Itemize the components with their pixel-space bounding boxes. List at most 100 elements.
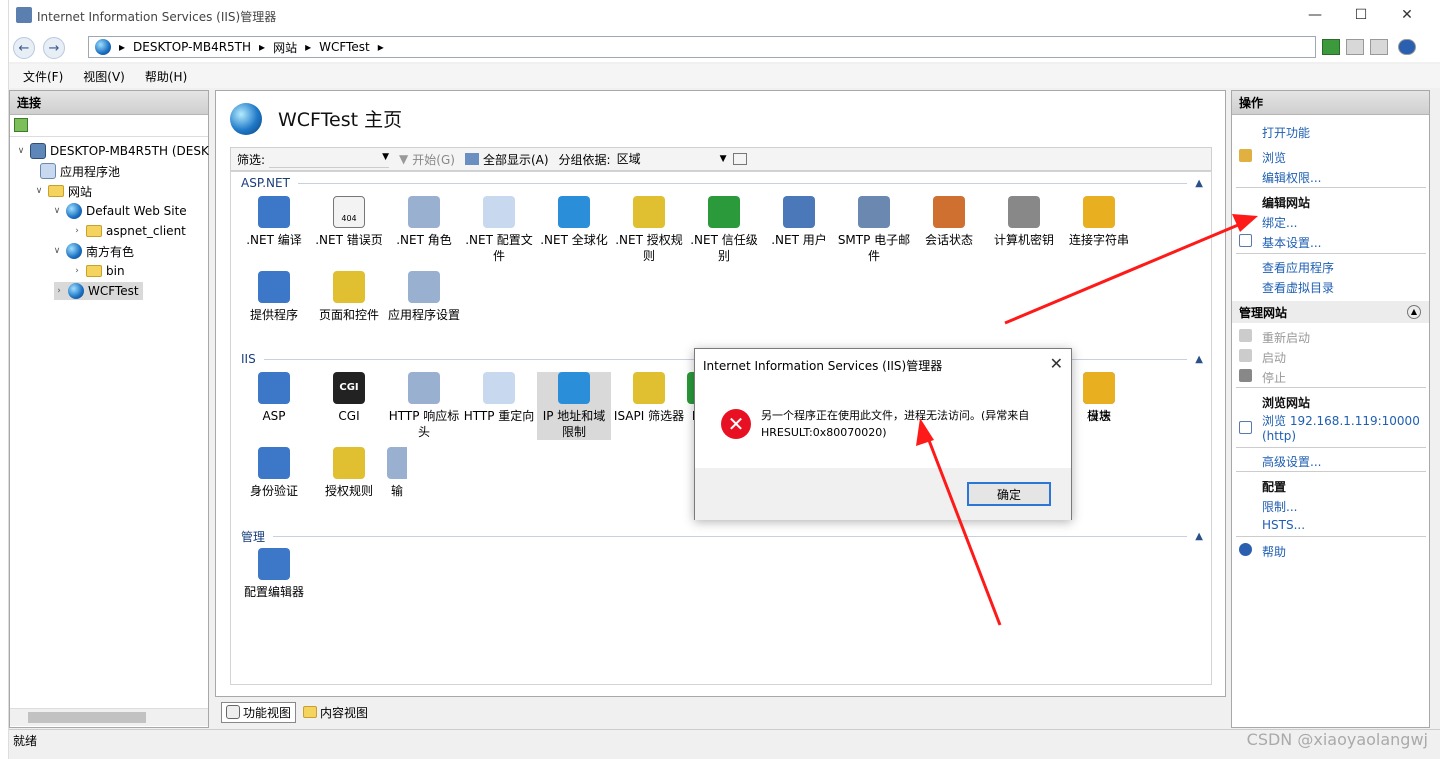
advanced-settings-link[interactable]: 高级设置... — [1262, 453, 1321, 470]
aspnet-feature-9[interactable]: 会话状态 — [912, 196, 986, 248]
iis-feature-13[interactable]: 授权规则 — [312, 447, 386, 499]
chevron-right-icon[interactable]: › — [54, 286, 64, 296]
horizontal-scrollbar[interactable] — [10, 708, 208, 726]
tree-app-pools[interactable]: 应用程序池 — [40, 162, 120, 180]
collapse-icon[interactable]: ▲ — [1195, 531, 1203, 542]
config-heading: 配置 — [1262, 480, 1287, 494]
browse-link[interactable]: 浏览 — [1262, 149, 1286, 166]
tree-sites[interactable]: ∨ 网站 — [34, 182, 92, 200]
forward-arrow-icon[interactable]: → — [43, 37, 65, 59]
iis-feature-2[interactable]: HTTP 响应标头 — [387, 372, 461, 440]
tree-nanfang[interactable]: ∨ 南方有色 — [52, 242, 134, 260]
refresh-icon[interactable] — [1322, 39, 1340, 55]
view-applications-link[interactable]: 查看应用程序 — [1262, 259, 1334, 276]
aspnet-feature-3[interactable]: .NET 配置文件 — [462, 196, 536, 264]
maximize-button[interactable]: ☐ — [1338, 0, 1384, 30]
iis-feature-0[interactable]: ASP — [237, 372, 311, 424]
bindings-link[interactable]: 绑定... — [1262, 214, 1297, 231]
aspnet-feature-5[interactable]: .NET 授权规则 — [612, 196, 686, 264]
help-link[interactable]: 帮助 — [1262, 543, 1286, 560]
aspnet-feature-4[interactable]: .NET 全球化 — [537, 196, 611, 248]
tree-bin[interactable]: › bin — [72, 262, 124, 280]
show-all-button[interactable]: 全部显示(A) — [483, 151, 549, 168]
tab-features-view[interactable]: 功能视图 — [221, 701, 297, 723]
breadcrumb-site[interactable]: WCFTest — [319, 40, 370, 54]
chevron-down-icon[interactable]: ∨ — [52, 206, 62, 216]
feature-icon — [333, 447, 365, 479]
tree-server[interactable]: ∨ DESKTOP-MB4R5TH (DESK — [16, 142, 209, 160]
feature-label: .NET 编译 — [246, 233, 302, 247]
iis-feature-4[interactable]: IP 地址和域限制 — [537, 372, 611, 440]
filter-input[interactable]: ▼ — [269, 150, 390, 168]
chevron-down-icon[interactable]: ∨ — [16, 146, 26, 156]
aspnet-feature-11[interactable]: 连接字符串 — [1062, 196, 1136, 248]
manage-feature-0[interactable]: 配置编辑器 — [237, 548, 311, 600]
menu-file[interactable]: 文件(F) — [23, 68, 63, 85]
collapse-icon[interactable]: ▲ — [1195, 178, 1203, 189]
tree-aspnet-client[interactable]: › aspnet_client — [72, 222, 186, 240]
restart-link[interactable]: 重新启动 — [1262, 329, 1310, 346]
features-view-icon — [226, 705, 240, 719]
dialog-footer: 确定 — [695, 468, 1071, 520]
tab-content-view[interactable]: 内容视图 — [298, 702, 373, 723]
ok-button[interactable]: 确定 — [967, 482, 1051, 506]
tree-default-web-site[interactable]: ∨ Default Web Site — [52, 202, 187, 220]
aspnet-feature-12[interactable]: 提供程序 — [237, 271, 311, 323]
server-globe-icon — [95, 39, 111, 55]
aspnet-feature-6[interactable]: .NET 信任级别 — [687, 196, 761, 264]
chevron-down-icon[interactable]: ∨ — [52, 246, 62, 256]
aspnet-feature-7[interactable]: .NET 用户 — [762, 196, 836, 248]
stop-icon[interactable] — [1346, 39, 1364, 55]
edit-permissions-link[interactable]: 编辑权限... — [1262, 169, 1321, 186]
stop-link[interactable]: 停止 — [1262, 369, 1286, 386]
aspnet-feature-13[interactable]: 页面和控件 — [312, 271, 386, 323]
menu-view[interactable]: 视图(V) — [83, 68, 125, 85]
browse-url-link[interactable]: 浏览 192.168.1.119:10000 — [1262, 412, 1420, 429]
aspnet-feature-14[interactable]: 应用程序设置 — [387, 271, 461, 323]
view-mode-icon[interactable] — [732, 153, 747, 165]
iis-feature-12[interactable]: 身份验证 — [237, 447, 311, 499]
iis-feature-14[interactable]: 输 — [387, 447, 407, 499]
iis-feature-3[interactable]: HTTP 重定向 — [462, 372, 536, 424]
aspnet-feature-10[interactable]: 计算机密钥 — [987, 196, 1061, 248]
home-icon[interactable] — [1370, 39, 1388, 55]
view-virtual-dirs-link[interactable]: 查看虚拟目录 — [1262, 279, 1334, 296]
help-icon[interactable] — [1398, 39, 1416, 55]
section-manage[interactable]: 管理 ▲ — [241, 528, 1203, 545]
aspnet-feature-1[interactable]: 404 .NET 错误页 — [312, 196, 386, 248]
collapse-up-icon[interactable]: ▲ — [1407, 305, 1421, 319]
collapse-icon[interactable]: ▲ — [1195, 354, 1203, 365]
manage-site-header[interactable]: 管理网站 ▲ — [1232, 301, 1429, 323]
menu-help[interactable]: 帮助(H) — [145, 68, 187, 85]
basic-settings-link[interactable]: 基本设置... — [1262, 234, 1321, 251]
chevron-right-icon[interactable]: › — [72, 226, 82, 236]
chevron-right-icon[interactable]: › — [72, 266, 82, 276]
browse-protocol[interactable]: (http) — [1262, 429, 1296, 443]
back-arrow-icon[interactable]: ← — [13, 37, 35, 59]
scrollbar-thumb[interactable] — [28, 712, 146, 723]
connect-icon[interactable] — [14, 118, 28, 132]
breadcrumb-sites[interactable]: 网站 — [273, 39, 297, 56]
chevron-down-icon[interactable]: ∨ — [34, 186, 44, 196]
feature-label: 连接字符串 — [1068, 233, 1129, 247]
aspnet-feature-8[interactable]: SMTP 电子邮件 — [837, 196, 911, 264]
groupby-select[interactable]: 区域 ▼ — [617, 150, 727, 168]
limits-link[interactable]: 限制... — [1262, 498, 1297, 515]
open-feature-link[interactable]: 打开功能 — [1262, 124, 1310, 141]
address-breadcrumb[interactable]: ▸ DESKTOP-MB4R5TH ▸ 网站 ▸ WCFTest ▸ — [88, 36, 1316, 58]
close-window-button[interactable]: ✕ — [1384, 0, 1430, 30]
iis-feature-1[interactable]: CGI CGI — [312, 372, 386, 424]
hsts-link[interactable]: HSTS... — [1262, 518, 1305, 532]
start-button[interactable]: 开始(G) — [412, 151, 455, 168]
aspnet-feature-0[interactable]: .NET 编译 — [237, 196, 311, 248]
iis-feature-11[interactable]: 日志 — [1062, 372, 1136, 424]
breadcrumb-server[interactable]: DESKTOP-MB4R5TH — [133, 40, 251, 54]
dialog-close-button[interactable]: ✕ — [1050, 354, 1063, 373]
start-link[interactable]: 启动 — [1262, 349, 1286, 366]
minimize-button[interactable]: — — [1292, 0, 1338, 30]
iis-feature-5[interactable]: ISAPI 筛选器 — [612, 372, 686, 424]
browse-site-heading: 浏览网站 — [1262, 396, 1311, 410]
section-aspnet[interactable]: ASP.NET ▲ — [241, 176, 1203, 190]
aspnet-feature-2[interactable]: .NET 角色 — [387, 196, 461, 248]
tree-wcftest-selected[interactable]: › WCFTest — [54, 282, 143, 300]
